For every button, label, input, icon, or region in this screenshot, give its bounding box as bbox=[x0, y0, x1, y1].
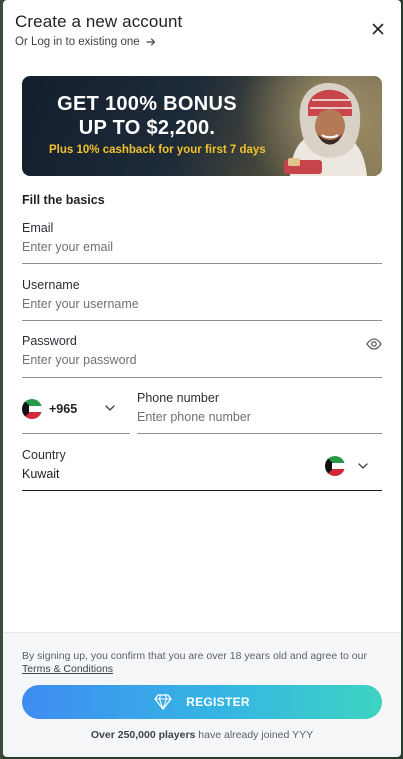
country-value: Kuwait bbox=[22, 467, 60, 481]
username-label: Username bbox=[22, 278, 80, 292]
terms-prefix: By signing up, you confirm that you are … bbox=[22, 650, 367, 662]
country-label: Country bbox=[22, 448, 66, 462]
players-count-rest: have already joined YYY bbox=[198, 729, 314, 741]
players-count-bold: Over 250,000 players bbox=[90, 729, 196, 741]
country-select[interactable]: Country Kuwait bbox=[22, 448, 382, 491]
email-field: Email bbox=[22, 221, 382, 264]
section-title: Fill the basics bbox=[22, 193, 105, 207]
arrow-right-icon bbox=[146, 38, 155, 46]
username-field: Username bbox=[22, 278, 382, 321]
username-input[interactable] bbox=[22, 297, 382, 311]
modal-footer: By signing up, you confirm that you are … bbox=[3, 632, 401, 757]
phone-number-input[interactable] bbox=[137, 410, 382, 424]
password-field: Password bbox=[22, 334, 382, 378]
password-input[interactable] bbox=[22, 353, 352, 367]
modal-title: Create a new account bbox=[15, 12, 183, 31]
password-label: Password bbox=[22, 334, 77, 348]
close-button[interactable] bbox=[367, 18, 389, 40]
phone-number-field: Phone number bbox=[137, 391, 382, 434]
chevron-down-icon bbox=[105, 405, 115, 411]
login-link[interactable]: Or Log in to existing one bbox=[15, 36, 156, 48]
phone-number-label: Phone number bbox=[137, 391, 220, 405]
banner-cashback-text: Plus 10% cashback for your first 7 days bbox=[49, 144, 266, 156]
registration-modal: Create a new account Or Log in to existi… bbox=[3, 0, 401, 757]
kuwait-flag-icon bbox=[22, 399, 42, 419]
phone-code-select[interactable]: +965 bbox=[22, 392, 130, 434]
close-icon bbox=[372, 23, 384, 35]
terms-link[interactable]: Terms & Conditions bbox=[22, 663, 113, 675]
email-label: Email bbox=[22, 221, 54, 235]
diamond-icon bbox=[154, 694, 172, 710]
banner-person-image bbox=[284, 82, 367, 176]
register-label: REGISTER bbox=[186, 695, 250, 709]
email-input[interactable] bbox=[22, 240, 382, 254]
kuwait-flag-icon bbox=[325, 456, 345, 476]
banner-amount: UP TO $2,200. bbox=[78, 117, 216, 139]
bonus-banner[interactable]: GET 100% BONUS UP TO $2,200. Plus 10% ca… bbox=[22, 76, 382, 176]
modal-header: Create a new account Or Log in to existi… bbox=[15, 12, 389, 52]
eye-icon[interactable] bbox=[366, 338, 382, 350]
dial-code: +965 bbox=[49, 402, 78, 416]
login-link-label: Or Log in to existing one bbox=[15, 36, 140, 48]
players-count-text: Over 250,000 players have already joined… bbox=[3, 729, 401, 741]
register-button[interactable]: REGISTER bbox=[22, 685, 382, 719]
banner-headline: GET 100% BONUS bbox=[57, 93, 237, 115]
terms-text: By signing up, you confirm that you are … bbox=[22, 650, 382, 676]
chevron-down-icon bbox=[358, 463, 368, 469]
